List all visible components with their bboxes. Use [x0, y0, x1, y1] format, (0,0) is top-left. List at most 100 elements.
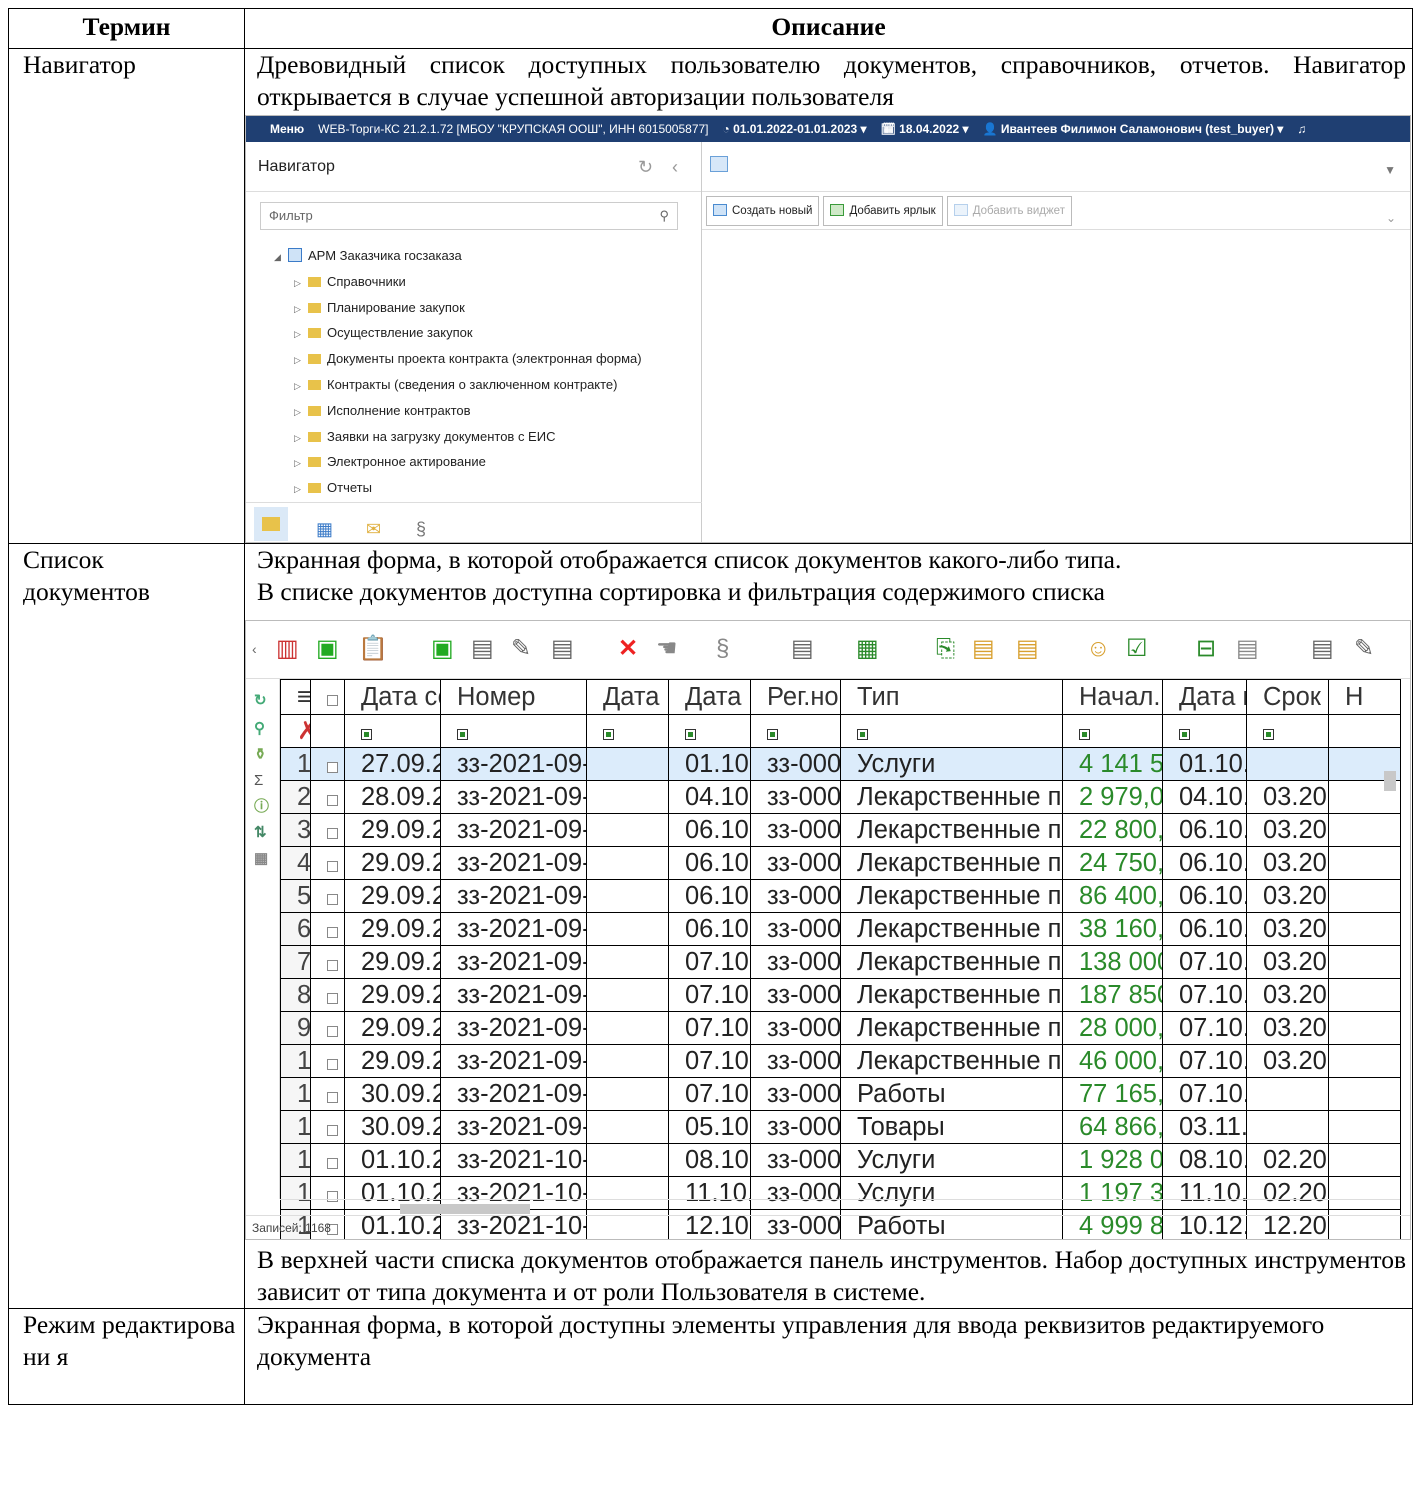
- folder-tab-icon[interactable]: [254, 507, 288, 541]
- filter-cell[interactable]: [344, 714, 441, 748]
- filter-toggle[interactable]: [1263, 729, 1274, 740]
- row-checkbox[interactable]: [327, 960, 338, 971]
- collapsed-arrow-icon[interactable]: ▷: [294, 271, 308, 296]
- route-tab-icon[interactable]: §: [416, 513, 426, 542]
- check-doc-icon[interactable]: 📋: [358, 635, 388, 663]
- column-header[interactable]: Номер: [440, 679, 587, 715]
- export-icon[interactable]: ▤: [1311, 635, 1334, 663]
- desktop-tab-icon[interactable]: [710, 156, 728, 172]
- filter-input[interactable]: Фильтр ⚲: [260, 202, 678, 230]
- refresh-icon[interactable]: ↻: [638, 142, 653, 192]
- filter-toggle[interactable]: [857, 729, 868, 740]
- send-doc-icon[interactable]: ▤: [471, 635, 494, 663]
- tree-item[interactable]: ▷ Планирование закупок: [274, 296, 694, 322]
- add-widget-button[interactable]: Добавить виджет: [946, 196, 1072, 226]
- clear-filter-icon[interactable]: ✗: [280, 714, 311, 748]
- filter-toggle[interactable]: [361, 729, 372, 740]
- column-header[interactable]: ≡: [280, 679, 311, 715]
- column-header[interactable]: Срок ис...: [1246, 679, 1329, 715]
- collapsed-arrow-icon[interactable]: ▷: [294, 451, 308, 476]
- files-icon[interactable]: ▤: [972, 635, 995, 663]
- create-doc-icon[interactable]: ▣: [316, 635, 339, 663]
- collapsed-arrow-icon[interactable]: ▷: [294, 348, 308, 373]
- horizontal-scrollbar-thumb[interactable]: [400, 1204, 530, 1214]
- table-row[interactable]: 829.09.2021зз-2021-09-0003307.10.20...зз…: [280, 978, 1401, 1012]
- create-new-button[interactable]: Создать новый: [706, 196, 820, 226]
- chevron-down-icon[interactable]: ▼: [1384, 154, 1396, 186]
- table-row[interactable]: 329.09.2021зз-2021-09-0002806.10.20...зз…: [280, 813, 1401, 847]
- table-row[interactable]: 127.09.2021зз-2021-09-0001901.10.20...зз…: [280, 747, 1401, 781]
- doc-check-icon[interactable]: ▤: [791, 635, 814, 663]
- filter-cell[interactable]: [586, 714, 669, 748]
- tree-item[interactable]: ▷ Осуществление закупок: [274, 321, 694, 347]
- row-checkbox[interactable]: [327, 927, 338, 938]
- period-selector[interactable]: ◔ 01.01.2022-01.01.2023 ▾: [723, 116, 867, 142]
- filter-toggle[interactable]: [1079, 729, 1090, 740]
- filter-cell[interactable]: [1328, 714, 1401, 748]
- column-header[interactable]: Дата из...: [1162, 679, 1247, 715]
- toolbar-scroll-left-icon[interactable]: ‹: [252, 635, 257, 663]
- archive-icon[interactable]: ▥: [276, 635, 299, 663]
- filter-cell[interactable]: [1062, 714, 1163, 748]
- tree-item[interactable]: ▷ Исполнение контрактов: [274, 399, 694, 425]
- row-checkbox[interactable]: [327, 1059, 338, 1070]
- attach-icon[interactable]: ⎘: [936, 635, 955, 663]
- table-row[interactable]: 529.09.2021зз-2021-09-0003006.10.20...зз…: [280, 879, 1401, 913]
- column-header[interactable]: [310, 679, 345, 715]
- expanded-arrow-icon[interactable]: ◢: [274, 245, 288, 270]
- add-shortcut-button[interactable]: Добавить ярлык: [823, 196, 943, 226]
- settings-grid-icon[interactable]: ▦: [254, 843, 268, 875]
- user-menu[interactable]: 👤 Ивантеев Филимон Саламонович (test_buy…: [983, 116, 1284, 142]
- tree-root[interactable]: ◢ АРМ Заказчика госзаказа: [274, 244, 694, 270]
- filter-toggle[interactable]: [767, 729, 778, 740]
- table-row[interactable]: 629.09.2021зз-2021-09-0003106.10.20...зз…: [280, 912, 1401, 946]
- table-row[interactable]: 1301.10.2021зз-2021-10-0003908.10.20...з…: [280, 1143, 1401, 1177]
- chevron-down-icon[interactable]: ⌄: [1386, 202, 1396, 234]
- row-checkbox[interactable]: [327, 1125, 338, 1136]
- handshake-icon[interactable]: ☚: [656, 635, 678, 663]
- filter-cell[interactable]: [668, 714, 751, 748]
- table-row[interactable]: 929.09.2021зз-2021-09-0003407.10.20...зз…: [280, 1011, 1401, 1045]
- table-row[interactable]: 429.09.2021зз-2021-09-0002906.10.20...зз…: [280, 846, 1401, 880]
- filter-cell[interactable]: [1246, 714, 1329, 748]
- table-row[interactable]: 729.09.2021зз-2021-09-0003207.10.20...зз…: [280, 945, 1401, 979]
- tree-item[interactable]: ▷ Контракты (сведения о заключенном контр…: [274, 373, 694, 399]
- table-row[interactable]: 1130.09.2021зз-2021-09-0003707.10.20...з…: [280, 1077, 1401, 1111]
- bell-icon[interactable]: ♫: [1297, 116, 1306, 142]
- table-tab-icon[interactable]: ▦: [316, 513, 333, 542]
- row-checkbox[interactable]: [327, 894, 338, 905]
- filter-toggle[interactable]: [457, 729, 468, 740]
- collapsed-arrow-icon[interactable]: ▷: [294, 322, 308, 347]
- tree-item[interactable]: ▷ Электронное актирование: [274, 450, 694, 476]
- approve-icon[interactable]: ☑: [1126, 635, 1148, 663]
- collapsed-arrow-icon[interactable]: ▷: [294, 426, 308, 451]
- mail-tab-icon[interactable]: ✉: [366, 513, 381, 542]
- tree-item[interactable]: ▷ Документы проекта контракта (электронна…: [274, 347, 694, 373]
- row-checkbox[interactable]: [327, 795, 338, 806]
- column-header[interactable]: Тип: [840, 679, 1063, 715]
- column-header[interactable]: Дата созда...: [344, 679, 441, 715]
- row-checkbox[interactable]: [327, 993, 338, 1004]
- filter-cell[interactable]: [310, 714, 345, 748]
- row-checkbox[interactable]: [327, 828, 338, 839]
- column-header[interactable]: Дата пуб...: [668, 679, 751, 715]
- row-checkbox[interactable]: [327, 762, 338, 773]
- filter-cell[interactable]: [840, 714, 1063, 748]
- filter-toggle[interactable]: [685, 729, 696, 740]
- row-checkbox[interactable]: [327, 1092, 338, 1103]
- table-row[interactable]: 12 30.09.2021зз-2021-09-00038 05.10.20...з…: [280, 1110, 1401, 1144]
- filter-toggle[interactable]: [1179, 729, 1190, 740]
- column-header[interactable]: Дата пос...: [586, 679, 669, 715]
- collapse-icon[interactable]: ‹: [672, 142, 678, 192]
- date-selector[interactable]: 🗓 18.04.2022 ▾: [881, 116, 969, 142]
- tree-item[interactable]: ▷ Заявки на загрузку документов с ЕИС: [274, 425, 694, 451]
- filter-cell[interactable]: [750, 714, 841, 748]
- doc-menu-icon[interactable]: ▤: [551, 635, 574, 663]
- filter-cell[interactable]: [440, 714, 587, 748]
- table-row[interactable]: 1029.09.2021зз-2021-09-0003507.10.20...з…: [280, 1044, 1401, 1078]
- route-icon[interactable]: §: [716, 635, 729, 663]
- select-all-checkbox[interactable]: [327, 695, 338, 706]
- filter-toggle[interactable]: [603, 729, 614, 740]
- row-checkbox[interactable]: [327, 1026, 338, 1037]
- column-header[interactable]: Рег.номер: [750, 679, 841, 715]
